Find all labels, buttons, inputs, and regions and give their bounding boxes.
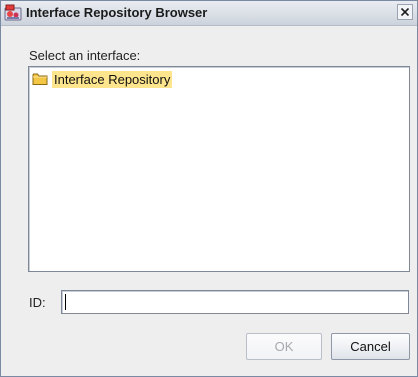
close-button[interactable] (397, 4, 413, 20)
select-interface-label: Select an interface: (29, 48, 141, 63)
title-bar[interactable]: Interface Repository Browser (1, 1, 417, 26)
text-caret (65, 294, 66, 310)
id-input[interactable] (61, 290, 409, 314)
folder-icon (32, 72, 48, 86)
id-label: ID: (29, 295, 46, 310)
app-icon (4, 4, 22, 22)
interface-tree[interactable]: Interface Repository (28, 66, 410, 272)
window-title: Interface Repository Browser (26, 5, 208, 20)
close-icon (401, 8, 409, 16)
dialog-window: Interface Repository Browser Select an i… (0, 0, 418, 377)
ok-button[interactable]: OK (246, 333, 322, 360)
tree-node-root[interactable]: Interface Repository (32, 70, 173, 88)
tree-node-label[interactable]: Interface Repository (52, 70, 173, 88)
cancel-button[interactable]: Cancel (331, 333, 410, 360)
